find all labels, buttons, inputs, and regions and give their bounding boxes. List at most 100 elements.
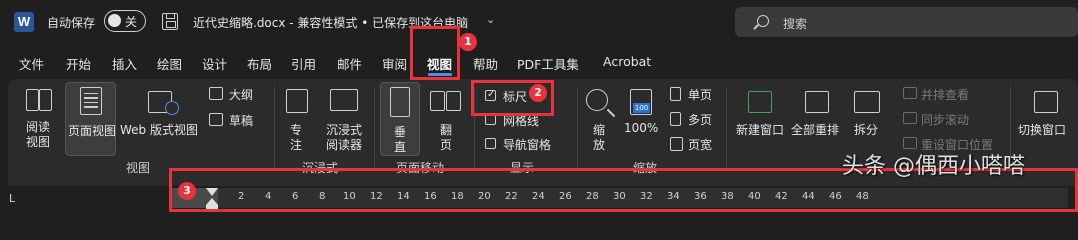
page-width-icon <box>670 137 683 151</box>
one-page-label: 单页 <box>688 88 713 102</box>
watermark: 头条 @偶西小嗒嗒 <box>842 154 1025 179</box>
nav-pane-label: 导航窗格 <box>503 138 552 152</box>
vertical-label-2: 直 <box>394 140 407 154</box>
magnifier-handle <box>606 108 616 118</box>
group-divider <box>577 87 578 171</box>
tab-layout[interactable]: 布局 <box>247 54 272 73</box>
side-by-side-label: 并排查看 <box>921 88 970 102</box>
new-window-label: 新建窗口 <box>736 123 785 137</box>
one-page-button[interactable]: 单页 <box>668 85 728 103</box>
tab-insert[interactable]: 插入 <box>112 54 137 73</box>
sync-scroll-label: 同步滚动 <box>921 113 970 127</box>
zoom-button[interactable]: 缩 放 <box>582 85 620 155</box>
word-logo-icon: W <box>14 12 34 32</box>
arrange-all-label: 全部重排 <box>791 123 840 137</box>
zoom-100-button[interactable]: 100 100% <box>620 85 664 155</box>
multi-page-label: 多页 <box>688 113 713 127</box>
arrange-all-button[interactable]: 全部重排 <box>789 85 845 155</box>
zoom-100-label: 100% <box>624 121 659 135</box>
zoom-label-2: 放 <box>593 138 606 152</box>
immersive-reader-icon <box>330 89 358 111</box>
group-divider <box>274 87 275 171</box>
autosave-label: 自动保存 <box>47 16 96 30</box>
draft-label: 草稿 <box>229 114 254 128</box>
nav-pane-check-icon <box>485 138 496 149</box>
views-group-title: 视图 <box>126 161 151 175</box>
save-icon[interactable] <box>162 13 178 30</box>
arrange-all-icon <box>805 91 829 113</box>
one-page-icon <box>670 87 681 101</box>
toggle-knob <box>108 14 121 27</box>
search-input[interactable]: 搜索 <box>735 7 1078 37</box>
tab-file[interactable]: 文件 <box>19 54 44 73</box>
split-button[interactable]: 拆分 <box>846 85 890 155</box>
tab-draw[interactable]: 绘图 <box>157 54 182 73</box>
group-divider <box>374 87 375 171</box>
page-width-button[interactable]: 页宽 <box>668 135 728 153</box>
hundred-badge: 100 <box>633 103 650 113</box>
side-by-side-icon <box>903 87 917 99</box>
tab-home[interactable]: 开始 <box>66 54 91 73</box>
view-side-by-side-button[interactable]: 并排查看 <box>901 85 991 103</box>
page-icon <box>80 87 102 115</box>
switch-windows-icon <box>1034 91 1058 113</box>
new-window-icon <box>748 91 772 113</box>
focus-button[interactable]: 专 注 <box>282 85 314 155</box>
step-badge-2: 2 <box>529 84 547 102</box>
immersive-reader-button[interactable]: 沉浸式 阅读器 <box>320 85 370 155</box>
vertical-scroll-icon <box>390 87 410 117</box>
vertical-button[interactable]: 垂 直 <box>380 82 420 156</box>
multiple-pages-button[interactable]: 多页 <box>668 110 728 128</box>
split-icon <box>854 91 880 113</box>
focus-label-2: 注 <box>290 138 303 152</box>
tab-references[interactable]: 引用 <box>291 54 316 73</box>
autosave-toggle[interactable]: 关 <box>104 10 146 32</box>
tab-mailings[interactable]: 邮件 <box>337 54 362 73</box>
split-label: 拆分 <box>854 123 879 137</box>
outline-label: 大纲 <box>229 88 254 102</box>
switch-windows-button[interactable]: 切换窗口 <box>1016 85 1074 155</box>
magnifier-icon <box>586 89 608 111</box>
print-layout-label: 页面视图 <box>68 124 117 138</box>
book-right-icon <box>39 89 52 111</box>
group-divider <box>726 87 727 171</box>
web-layout-label: Web 版式视图 <box>120 123 198 137</box>
search-icon <box>757 15 769 27</box>
highlight-view-tab <box>410 26 460 80</box>
book-icon <box>26 89 39 111</box>
page-left-icon <box>430 91 445 111</box>
reader-label-2: 阅读器 <box>326 138 363 152</box>
page-right-icon <box>446 91 461 111</box>
draft-icon <box>209 113 223 126</box>
tab-help[interactable]: 帮助 <box>473 54 498 73</box>
multi-page-icon <box>670 112 681 126</box>
step-badge-1: 1 <box>459 33 477 51</box>
synchronous-scrolling-button[interactable]: 同步滚动 <box>901 110 991 128</box>
read-mode-button[interactable]: 阅读 视图 <box>18 85 62 155</box>
navigation-pane-checkbox[interactable]: 导航窗格 <box>483 135 563 153</box>
step-badge-3: 3 <box>178 182 196 200</box>
tab-review[interactable]: 审阅 <box>382 54 407 73</box>
focus-icon <box>286 89 308 113</box>
read-mode-label-2: 视图 <box>26 135 51 149</box>
draft-button[interactable]: 草稿 <box>207 111 259 131</box>
web-layout-button[interactable]: Web 版式视图 <box>120 85 202 155</box>
outline-icon <box>209 87 223 100</box>
toggle-state-label: 关 <box>125 15 138 29</box>
tab-selector[interactable]: L <box>9 192 15 205</box>
side-to-side-button[interactable]: 翻 页 <box>426 85 466 155</box>
search-placeholder: 搜索 <box>783 17 808 31</box>
tab-acrobat[interactable]: Acrobat <box>603 54 651 69</box>
new-window-button[interactable]: 新建窗口 <box>732 85 788 155</box>
side-label-2: 页 <box>440 138 453 152</box>
print-layout-button[interactable]: 页面视图 <box>65 82 116 156</box>
title-bar: W 自动保存 关 近代史缩略.docx - 兼容性模式 • 已保存到这台电脑 ⌄… <box>0 0 1078 44</box>
outline-button[interactable]: 大纲 <box>207 85 259 105</box>
sync-scroll-icon <box>903 112 917 124</box>
page-width-label: 页宽 <box>688 138 713 152</box>
tab-design[interactable]: 设计 <box>202 54 227 73</box>
tab-pdf-tools[interactable]: PDF工具集 <box>517 54 579 73</box>
chevron-down-icon[interactable]: ⌄ <box>486 13 495 26</box>
page-100-icon: 100 <box>630 89 652 115</box>
globe-icon <box>165 101 179 115</box>
